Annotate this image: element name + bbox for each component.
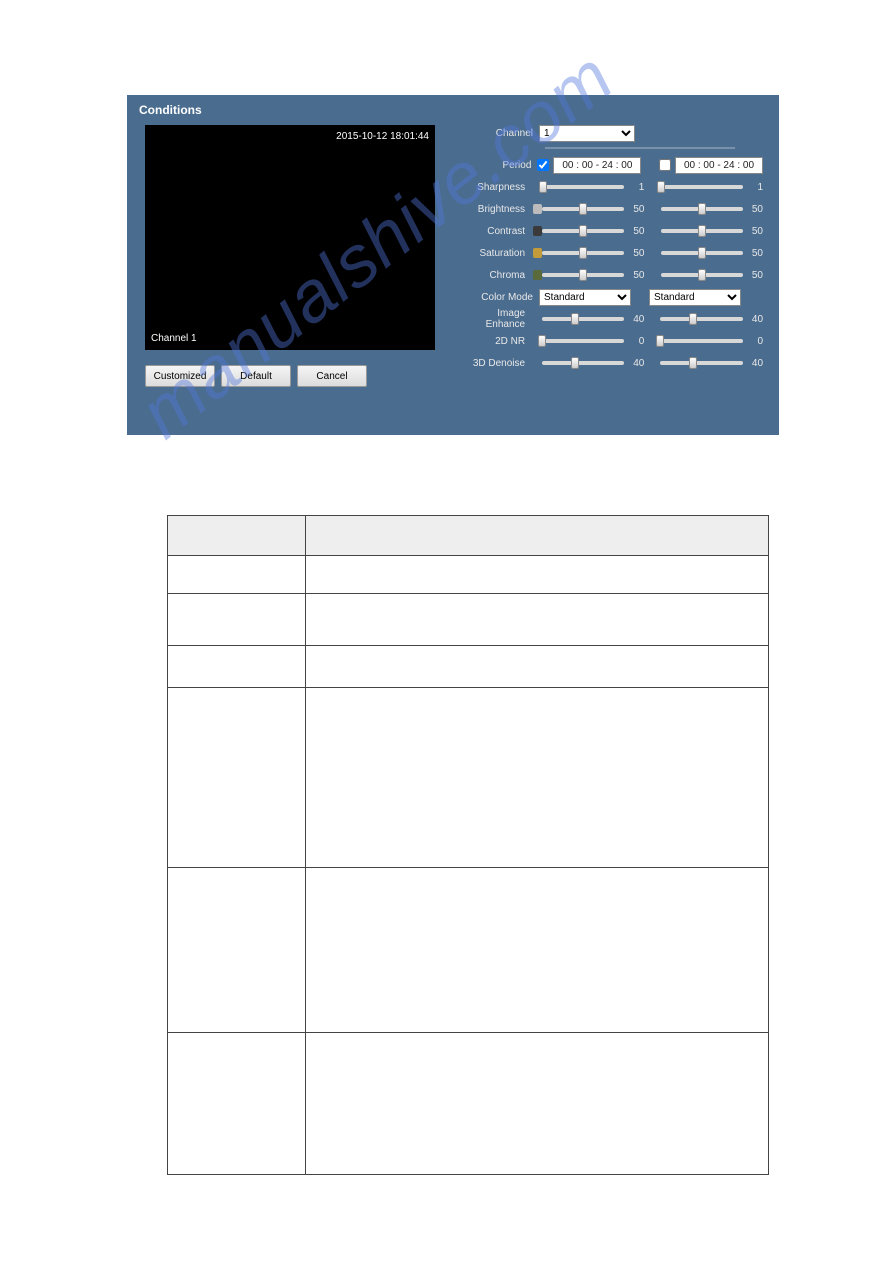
default-button[interactable]: Default xyxy=(221,365,291,387)
slider-chroma-b-slider[interactable] xyxy=(661,273,743,277)
table-header-1 xyxy=(168,516,306,556)
slider-3d-denoise-a-value: 40 xyxy=(628,358,644,369)
slider-sharpness-b-slider[interactable] xyxy=(660,185,742,189)
table-cell xyxy=(306,594,769,646)
slider-saturation-b-value: 50 xyxy=(747,248,763,259)
slider-chroma-swatch xyxy=(533,270,542,280)
slider-brightness-a-value: 50 xyxy=(628,204,644,215)
slider-2d-nr-a-slider[interactable] xyxy=(542,339,624,343)
channel-label: Channel xyxy=(457,128,539,139)
period-a-checkbox[interactable] xyxy=(537,159,549,171)
slider-brightness-label: Brightness xyxy=(457,204,531,215)
table-cell xyxy=(168,1033,306,1175)
slider-brightness-swatch xyxy=(533,204,542,214)
slider-2d-nr-label: 2D NR xyxy=(457,336,531,347)
table-cell xyxy=(168,556,306,594)
customized-button[interactable]: Customized xyxy=(145,365,215,387)
cancel-button[interactable]: Cancel xyxy=(297,365,367,387)
slider-3d-denoise-a-slider[interactable] xyxy=(542,361,624,365)
slider-sharpness-b-value: 1 xyxy=(747,182,763,193)
slider-contrast-label: Contrast xyxy=(457,226,531,237)
table-cell xyxy=(168,688,306,868)
divider xyxy=(545,147,735,149)
slider-image-enhance-label: Image Enhance xyxy=(457,308,531,330)
slider-saturation-label: Saturation xyxy=(457,248,531,259)
slider-2d-nr-b-slider[interactable] xyxy=(660,339,742,343)
slider-image-enhance-a-slider[interactable] xyxy=(542,317,624,321)
panel-title: Conditions xyxy=(127,95,779,125)
slider-saturation-b-slider[interactable] xyxy=(661,251,743,255)
slider-2d-nr-a-value: 0 xyxy=(628,336,644,347)
slider-2d-nr-b-value: 0 xyxy=(747,336,763,347)
slider-brightness-b-slider[interactable] xyxy=(661,207,743,211)
slider-chroma-a-slider[interactable] xyxy=(542,273,624,277)
slider-contrast-b-value: 50 xyxy=(747,226,763,237)
table-header-row xyxy=(168,516,769,556)
preview-timestamp: 2015-10-12 18:01:44 xyxy=(336,131,429,142)
period-label: Period xyxy=(457,160,537,171)
channel-select[interactable]: 1 xyxy=(539,125,635,142)
table-row xyxy=(168,1033,769,1175)
colormode-label: Color Mode xyxy=(457,292,539,303)
slider-sharpness-a-slider[interactable] xyxy=(542,185,624,189)
table-cell xyxy=(168,594,306,646)
slider-chroma-a-value: 50 xyxy=(628,270,644,281)
slider-contrast-a-slider[interactable] xyxy=(542,229,624,233)
button-row: Customized Default Cancel xyxy=(145,365,367,387)
slider-chroma-label: Chroma xyxy=(457,270,531,281)
slider-contrast-swatch xyxy=(533,226,542,236)
controls-area: Channel 1 Period 00 : 00 - 24 : 00 00 : … xyxy=(457,123,763,375)
table-cell xyxy=(168,646,306,688)
colormode-b-select[interactable]: Standard xyxy=(649,289,741,306)
table-row xyxy=(168,646,769,688)
period-a-input[interactable]: 00 : 00 - 24 : 00 xyxy=(553,157,641,174)
slider-image-enhance-b-value: 40 xyxy=(747,314,763,325)
period-b-input[interactable]: 00 : 00 - 24 : 00 xyxy=(675,157,763,174)
table-cell xyxy=(306,646,769,688)
conditions-panel: Conditions 2015-10-12 18:01:44 Channel 1… xyxy=(127,95,779,435)
table-cell xyxy=(168,868,306,1033)
slider-image-enhance-a-value: 40 xyxy=(628,314,644,325)
slider-3d-denoise-b-value: 40 xyxy=(747,358,763,369)
slider-3d-denoise-label: 3D Denoise xyxy=(457,358,531,369)
table-cell xyxy=(306,556,769,594)
slider-contrast-b-slider[interactable] xyxy=(661,229,743,233)
slider-sharpness-a-value: 1 xyxy=(628,182,644,193)
slider-saturation-swatch xyxy=(533,248,542,258)
table-row xyxy=(168,556,769,594)
slider-3d-denoise-b-slider[interactable] xyxy=(660,361,742,365)
slider-contrast-a-value: 50 xyxy=(628,226,644,237)
preview-channel-label: Channel 1 xyxy=(151,333,197,344)
table-row xyxy=(168,868,769,1033)
period-b-checkbox[interactable] xyxy=(659,159,671,171)
slider-image-enhance-b-slider[interactable] xyxy=(660,317,742,321)
slider-saturation-a-slider[interactable] xyxy=(542,251,624,255)
slider-sharpness-label: Sharpness xyxy=(457,182,531,193)
slider-chroma-b-value: 50 xyxy=(747,270,763,281)
slider-saturation-a-value: 50 xyxy=(628,248,644,259)
slider-brightness-b-value: 50 xyxy=(747,204,763,215)
table-cell xyxy=(306,688,769,868)
description-table xyxy=(167,515,769,1175)
table-header-2 xyxy=(306,516,769,556)
slider-brightness-a-slider[interactable] xyxy=(542,207,624,211)
video-preview: 2015-10-12 18:01:44 Channel 1 xyxy=(145,125,435,350)
table-cell xyxy=(306,868,769,1033)
table-cell xyxy=(306,1033,769,1175)
colormode-a-select[interactable]: Standard xyxy=(539,289,631,306)
table-row xyxy=(168,594,769,646)
table-row xyxy=(168,688,769,868)
